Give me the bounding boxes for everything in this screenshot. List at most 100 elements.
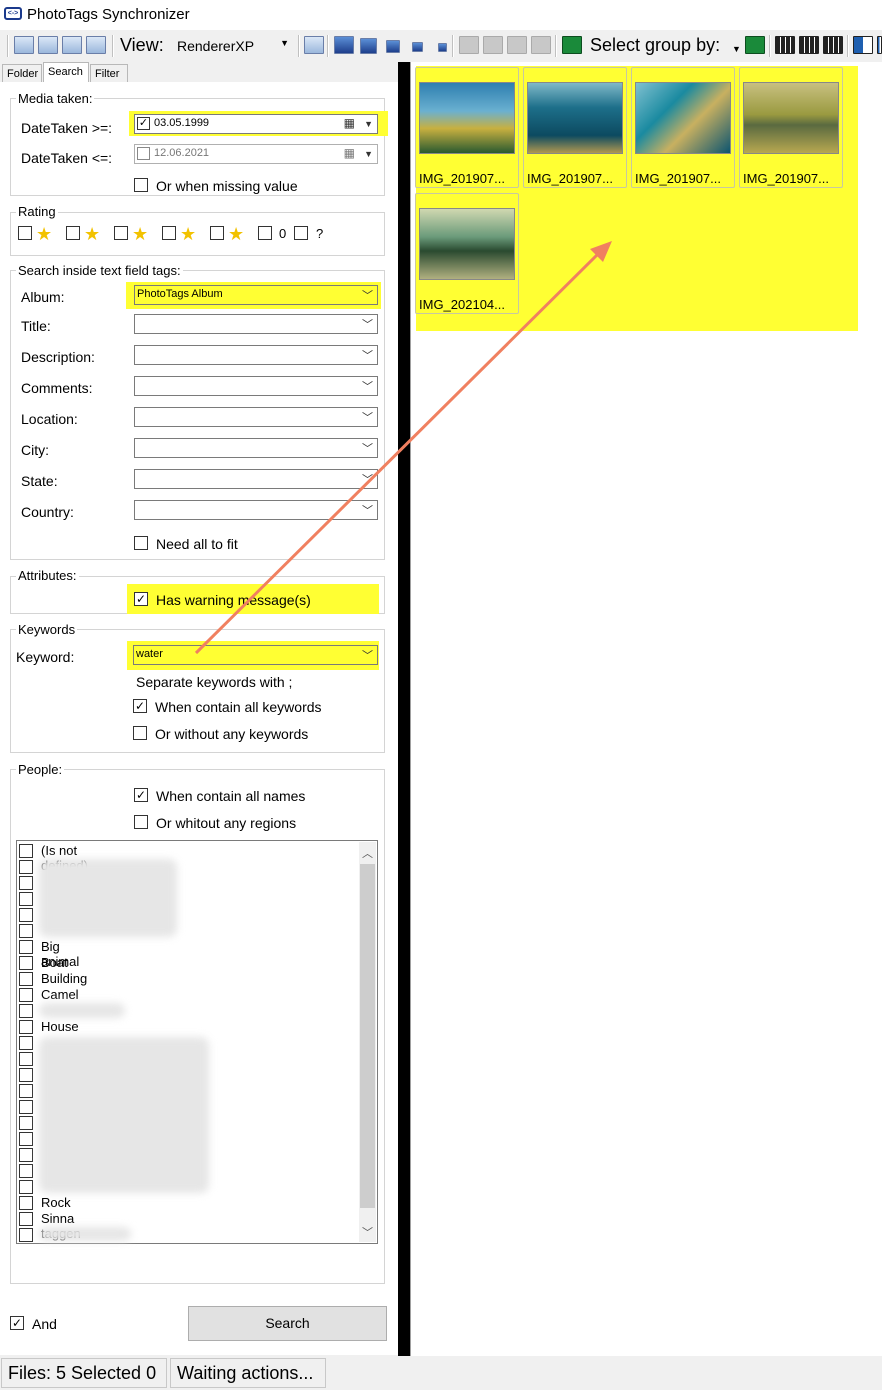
person-checkbox[interactable] <box>19 924 33 938</box>
person-checkbox[interactable] <box>19 1020 33 1034</box>
people-list[interactable]: (Is not defined) Big animal Boat Buildin… <box>16 840 378 1244</box>
person-checkbox[interactable] <box>19 972 33 986</box>
without-regions-checkbox[interactable] <box>134 815 148 829</box>
contain-all-keywords-label: When contain all keywords <box>155 699 322 715</box>
date-from-checkbox[interactable]: ✓ <box>137 117 150 130</box>
keyword-select[interactable]: water ﹀ <box>133 645 378 665</box>
person-checkbox[interactable] <box>19 1148 33 1162</box>
person-checkbox[interactable] <box>19 844 33 858</box>
rating-2-checkbox[interactable] <box>66 226 80 240</box>
and-checkbox[interactable]: ✓ <box>10 1316 24 1330</box>
rotate-icon[interactable] <box>483 36 503 54</box>
rotate-left-icon[interactable] <box>459 36 479 54</box>
person-checkbox[interactable] <box>19 1100 33 1114</box>
location-select[interactable]: ﹀ <box>134 407 378 427</box>
person-checkbox[interactable] <box>19 1116 33 1130</box>
tab-folder[interactable]: Folder <box>2 64 42 83</box>
splitter[interactable] <box>398 62 410 1356</box>
large-thumb-icon[interactable] <box>334 36 354 54</box>
view-renderer-select[interactable]: RendererXP ▼ <box>172 34 294 58</box>
person-checkbox[interactable] <box>19 876 33 890</box>
people-list-scrollbar[interactable]: ︿ ﹀ <box>359 842 376 1242</box>
thumbnail-item[interactable]: IMG_202104... <box>415 193 519 314</box>
micro-thumb-icon[interactable] <box>438 43 447 52</box>
person-checkbox[interactable] <box>19 1196 33 1210</box>
date-to-picker[interactable]: 12.06.2021 ▦ ▼ <box>134 144 378 164</box>
columns-icon[interactable] <box>775 36 795 54</box>
calendar-icon[interactable]: ▦ <box>344 146 355 160</box>
grid-icon[interactable] <box>304 36 324 54</box>
warning-checkbox[interactable]: ✓ <box>134 592 148 606</box>
person-checkbox[interactable] <box>19 1004 33 1018</box>
scrollbar-thumb[interactable] <box>360 864 375 1208</box>
calendar-icon[interactable]: ▦ <box>344 116 355 130</box>
date-from-picker[interactable]: ✓ 03.05.1999 ▦ ▼ <box>134 114 378 134</box>
state-select[interactable]: ﹀ <box>134 469 378 489</box>
small-thumb-icon[interactable] <box>386 40 400 53</box>
refresh-icon[interactable] <box>745 36 765 54</box>
album-select[interactable]: PhotoTags Album ﹀ <box>134 285 378 305</box>
person-checkbox[interactable] <box>19 956 33 970</box>
column-dense-icon[interactable] <box>823 36 843 54</box>
toolbar-separator <box>298 35 300 57</box>
column-grid-icon[interactable] <box>799 36 819 54</box>
city-select[interactable]: ﹀ <box>134 438 378 458</box>
country-select[interactable]: ﹀ <box>134 500 378 520</box>
tiny-thumb-icon[interactable] <box>412 42 423 52</box>
chevron-down-icon[interactable]: ▼ <box>364 119 373 129</box>
person-checkbox[interactable] <box>19 1036 33 1050</box>
rating-4-checkbox[interactable] <box>162 226 176 240</box>
rating-0-checkbox[interactable] <box>258 226 272 240</box>
title-select[interactable]: ﹀ <box>134 314 378 334</box>
description-select[interactable]: ﹀ <box>134 345 378 365</box>
person-checkbox[interactable] <box>19 1068 33 1082</box>
thumbnail-item[interactable]: IMG_201907... <box>415 67 519 188</box>
medium-thumb-icon[interactable] <box>360 38 377 54</box>
scroll-up-icon[interactable]: ︿ <box>362 845 373 861</box>
person-checkbox[interactable] <box>19 1084 33 1098</box>
layout-icon[interactable] <box>14 36 34 54</box>
rating-0-label: 0 <box>279 226 287 241</box>
person-checkbox[interactable] <box>19 1164 33 1178</box>
thumbnail-item[interactable]: IMG_201907... <box>739 67 843 188</box>
search-button[interactable]: Search <box>188 1306 387 1341</box>
person-checkbox[interactable] <box>19 1132 33 1146</box>
person-checkbox[interactable] <box>19 1052 33 1066</box>
rating-5-checkbox[interactable] <box>210 226 224 240</box>
chevron-down-icon[interactable]: ▼ <box>732 44 741 54</box>
chevron-down-icon[interactable]: ▼ <box>364 149 373 159</box>
person-checkbox[interactable] <box>19 908 33 922</box>
contain-all-names-checkbox[interactable]: ✓ <box>134 788 148 802</box>
date-to-checkbox[interactable] <box>137 147 150 160</box>
person-checkbox[interactable] <box>19 940 33 954</box>
scroll-down-icon[interactable]: ﹀ <box>362 1224 373 1240</box>
details-view-icon[interactable] <box>86 36 106 54</box>
image-view-icon[interactable] <box>38 36 58 54</box>
missing-value-checkbox[interactable] <box>134 178 148 192</box>
thumbnail-item[interactable]: IMG_201907... <box>523 67 627 188</box>
person-checkbox[interactable] <box>19 1180 33 1194</box>
rotate-right-icon[interactable] <box>507 36 527 54</box>
rating-1-checkbox[interactable] <box>18 226 32 240</box>
refresh-group-icon[interactable] <box>562 36 582 54</box>
person-checkbox[interactable] <box>19 860 33 874</box>
person-checkbox[interactable] <box>19 988 33 1002</box>
person-checkbox[interactable] <box>19 1228 33 1242</box>
list-view-icon[interactable] <box>62 36 82 54</box>
contain-all-keywords-checkbox[interactable]: ✓ <box>133 699 147 713</box>
rating-unknown-checkbox[interactable] <box>294 226 308 240</box>
tab-filter[interactable]: Filter <box>90 64 128 83</box>
print-icon[interactable] <box>531 36 551 54</box>
keyword-label: Keyword: <box>16 649 75 665</box>
chevron-down-icon: ﹀ <box>362 412 373 424</box>
person-checkbox[interactable] <box>19 1212 33 1226</box>
tab-search[interactable]: Search <box>43 62 89 84</box>
without-keywords-checkbox[interactable] <box>133 726 147 740</box>
split-view-icon[interactable] <box>853 36 873 54</box>
comments-select[interactable]: ﹀ <box>134 376 378 396</box>
rating-3-checkbox[interactable] <box>114 226 128 240</box>
need-all-checkbox[interactable] <box>134 536 148 550</box>
person-checkbox[interactable] <box>19 892 33 906</box>
split-view-icon[interactable] <box>877 36 882 54</box>
thumbnail-item[interactable]: IMG_201907... <box>631 67 735 188</box>
